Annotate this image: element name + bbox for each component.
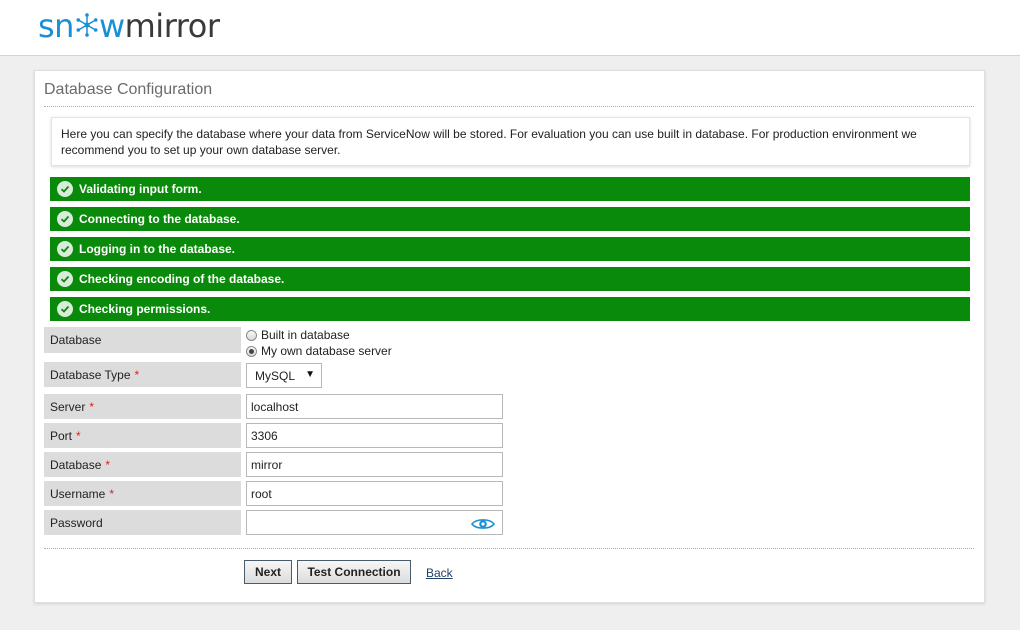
label-text: Database (50, 333, 102, 347)
step-label: Checking permissions. (79, 302, 211, 316)
input-value: root (251, 486, 272, 501)
dropdown-arrow-icon: ▼ (305, 369, 315, 380)
step-checking-encoding: Checking encoding of the database. (50, 267, 970, 291)
required-marker: * (76, 428, 81, 443)
logo-text-part3: mirror (124, 7, 220, 45)
step-connecting: Connecting to the database. (50, 207, 970, 231)
username-input[interactable]: root (246, 481, 503, 506)
select-value: MySQL (255, 368, 296, 383)
step-label: Logging in to the database. (79, 242, 235, 256)
step-label: Validating input form. (79, 182, 202, 196)
input-value: mirror (251, 457, 283, 472)
required-marker: * (105, 457, 111, 472)
check-circle-icon (57, 241, 73, 257)
show-password-eye-icon[interactable] (471, 517, 495, 531)
snowflake-icon (76, 13, 98, 37)
label-text: Password (50, 515, 103, 530)
page-title: Database Configuration (44, 81, 213, 98)
port-label: Port * (44, 423, 241, 448)
password-label: Password (44, 510, 241, 535)
check-circle-icon (57, 211, 73, 227)
info-box: Here you can specify the database where … (51, 117, 970, 166)
database-type-select[interactable]: MySQL ▼ (246, 363, 322, 388)
radio-built-in-database[interactable]: Built in database (246, 328, 350, 342)
input-value: localhost (251, 399, 299, 414)
input-value: 3306 (251, 428, 278, 443)
server-label: Server * (44, 394, 241, 419)
header-bar: sn w mirror (0, 0, 1020, 56)
label-text: Username (50, 486, 106, 501)
radio-own-database-server[interactable]: My own database server (246, 344, 392, 358)
check-circle-icon (57, 301, 73, 317)
label-text: Database (50, 457, 102, 472)
config-panel: Database Configuration Here you can spec… (34, 70, 985, 603)
server-input[interactable]: localhost (246, 394, 503, 419)
radio-label: Built in database (261, 328, 350, 342)
required-marker: * (134, 367, 140, 382)
required-marker: * (89, 399, 95, 414)
radio-button[interactable] (246, 345, 257, 357)
required-marker: * (109, 486, 115, 501)
next-button[interactable]: Next (244, 560, 292, 584)
step-logging-in: Logging in to the database. (50, 237, 970, 261)
title-divider (44, 106, 974, 107)
label-text: Port (50, 428, 73, 443)
step-label: Connecting to the database. (79, 212, 240, 226)
step-checking-permissions: Checking permissions. (50, 297, 970, 321)
step-label: Checking encoding of the database. (79, 272, 285, 286)
port-input[interactable]: 3306 (246, 423, 503, 448)
check-circle-icon (57, 271, 73, 287)
database-type-label: Database Type * (44, 362, 241, 387)
back-link[interactable]: Back (426, 566, 453, 580)
check-circle-icon (57, 181, 73, 197)
label-text: Database Type (50, 367, 131, 382)
radio-label: My own database server (261, 344, 392, 358)
test-connection-button[interactable]: Test Connection (297, 560, 411, 584)
password-input[interactable] (246, 510, 503, 535)
step-validating-input: Validating input form. (50, 177, 970, 201)
database-name-input[interactable]: mirror (246, 452, 503, 477)
radio-button[interactable] (246, 329, 257, 341)
database-name-label: Database * (44, 452, 241, 477)
logo-text-part2: w (98, 7, 125, 45)
logo-text-part1: sn (38, 7, 74, 45)
label-text: Server (50, 399, 86, 414)
username-label: Username * (44, 481, 241, 506)
form-divider (44, 548, 974, 549)
database-mode-label: Database (44, 327, 241, 353)
snowmirror-logo[interactable]: sn w mirror (38, 6, 220, 46)
